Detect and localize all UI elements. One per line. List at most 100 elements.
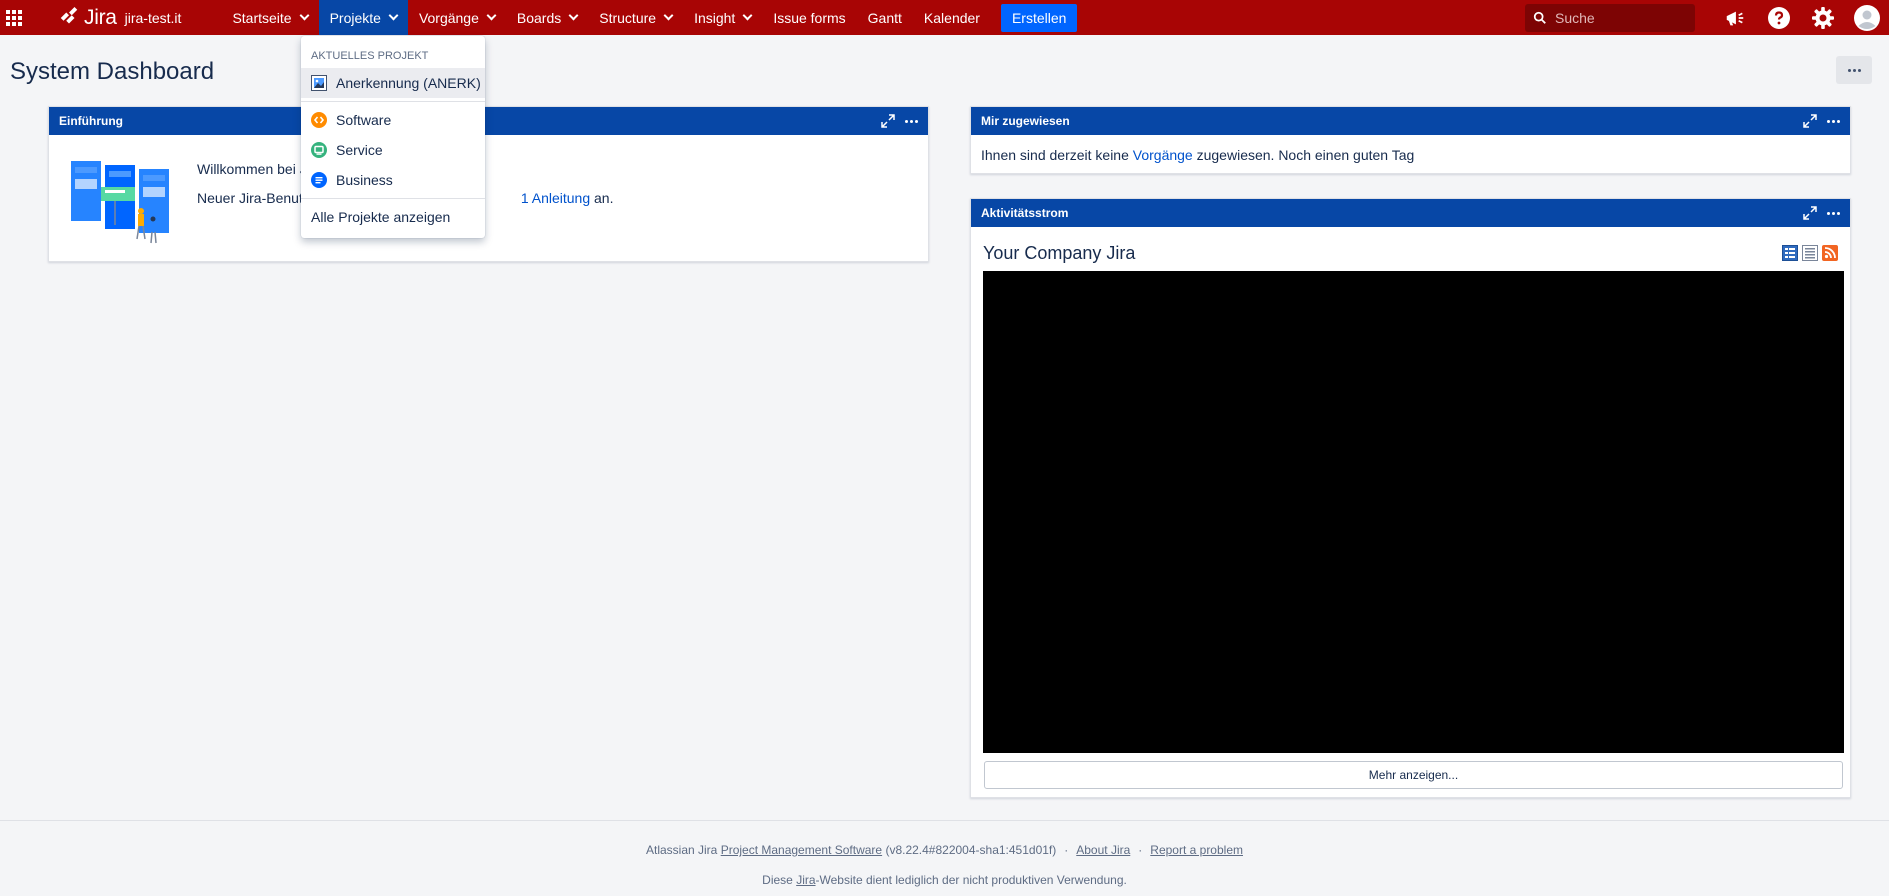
chevron-down-icon [742,10,753,21]
expand-icon[interactable] [1803,114,1817,128]
main-menu: Startseite Projekte Vorgänge Boards Stru… [221,0,1078,35]
nav-kalender[interactable]: Kalender [913,0,991,35]
chevron-down-icon [299,10,310,21]
nav-vorgaenge[interactable]: Vorgänge [408,0,506,35]
app-switcher-icon[interactable] [0,0,28,35]
gadget-header: Einführung [49,107,928,135]
new-user-suffix: an. [590,190,614,206]
more-icon [1847,68,1861,72]
nav-label: Startseite [232,9,292,26]
dashboard-more-button[interactable] [1836,56,1872,84]
nav-label: Gantt [867,9,902,26]
full-view-icon[interactable] [1782,245,1798,261]
nav-startseite[interactable]: Startseite [221,0,318,35]
nav-gantt[interactable]: Gantt [857,0,913,35]
welcome-illustration [71,161,169,244]
nav-label: Issue forms [773,9,846,26]
footer-separator: · [1138,843,1143,857]
chevron-down-icon [486,10,497,21]
current-project-label: Anerkennung (ANERK) [336,75,481,91]
user-avatar-icon[interactable] [1845,0,1889,35]
chevron-down-icon [388,10,399,21]
nav-projekte[interactable]: Projekte [318,0,408,35]
list-view-icon[interactable] [1802,245,1818,261]
nav-right [1525,0,1889,35]
gadget-tools [881,107,918,135]
project-avatar-icon [311,75,327,91]
help-icon[interactable] [1757,0,1801,35]
nav-label: Structure [599,9,657,26]
chevron-down-icon [663,10,674,21]
site-name: jira-test.it [124,9,182,26]
nav-boards[interactable]: Boards [506,0,588,35]
gadget-title: Aktivitätsstrom [981,206,1069,220]
footer-version: (v8.22.4#822004-sha1:451d01f) [882,843,1057,857]
activity-stream-gadget: Aktivitätsstrom Your Company Jira Mehr a… [970,198,1851,798]
expand-icon[interactable] [881,114,895,128]
gadget-menu-icon[interactable] [1827,119,1840,123]
nav-label: Boards [516,9,562,26]
footer-separator: · [1064,843,1069,857]
footer-line2-prefix: Diese [762,873,797,887]
megaphone-icon[interactable] [1713,0,1757,35]
nav-label: Projekte [329,9,381,26]
guide-link[interactable]: 1 Anleitung [521,190,590,206]
pms-link[interactable]: Project Management Software [721,843,882,857]
project-type-label: Service [336,142,383,158]
nav-insight[interactable]: Insight [683,0,762,35]
assigned-message: Ihnen sind derzeit keine Vorgänge zugewi… [971,135,1850,175]
current-project-item[interactable]: Anerkennung (ANERK) [301,68,485,98]
show-more-button[interactable]: Mehr anzeigen... [984,761,1843,789]
footer-prefix: Atlassian Jira [645,843,721,857]
settings-icon[interactable] [1801,0,1845,35]
nav-structure[interactable]: Structure [588,0,683,35]
nav-label: Vorgänge [418,9,479,26]
divider [301,198,485,199]
footer-line-1: Atlassian Jira Project Management Softwa… [0,843,1889,857]
gadget-header: Mir zugewiesen [971,107,1850,135]
gadget-menu-icon[interactable] [905,119,918,123]
welcome-text: Willkommen bei J [197,161,307,177]
search-box[interactable] [1525,3,1695,32]
activity-stream-content [983,271,1844,753]
stream-title: Your Company Jira [983,243,1136,263]
gadget-menu-icon[interactable] [1827,211,1840,215]
footer: Atlassian Jira Project Management Softwa… [0,820,1889,896]
projects-dropdown: AKTUELLES PROJEKT Anerkennung (ANERK) So… [301,36,485,238]
search-input[interactable] [1555,9,1685,26]
jira-link[interactable]: Jira [796,873,815,887]
jira-logo[interactable]: Jira jira-test.it [58,6,181,30]
project-type-service[interactable]: Service [301,135,485,165]
business-project-icon [311,172,327,188]
intro-gadget: Einführung Willkommen bei J Neuer Jira-B… [48,106,929,262]
assigned-suffix: zugewiesen. Noch einen guten Tag [1192,147,1415,163]
footer-line2-suffix: -Website dient lediglich der nicht produ… [815,873,1127,887]
view-all-projects-link[interactable]: Alle Projekte anzeigen [301,202,485,232]
project-type-label: Business [336,172,393,188]
create-button[interactable]: Erstellen [1000,3,1078,32]
jira-logo-icon [60,6,78,23]
project-type-label: Software [336,112,392,128]
project-type-software[interactable]: Software [301,105,485,135]
divider [301,101,485,102]
assigned-prefix: Ihnen sind derzeit keine [981,147,1133,163]
about-jira-link[interactable]: About Jira [1076,843,1130,857]
chevron-down-icon [568,10,579,21]
nav-label: Insight [694,9,736,26]
logo-text: Jira [84,5,117,29]
rss-feed-icon[interactable] [1822,245,1838,261]
stream-view-icons [1782,245,1838,261]
new-user-prefix: Neuer Jira-Benut [197,190,303,206]
top-navigation: Jira jira-test.it Startseite Projekte Vo… [0,0,1889,35]
expand-icon[interactable] [1803,206,1817,220]
project-type-business[interactable]: Business [301,165,485,195]
assigned-to-me-gadget: Mir zugewiesen Ihnen sind derzeit keine … [970,106,1851,174]
nav-issue-forms[interactable]: Issue forms [762,0,856,35]
nav-label: Kalender [923,9,980,26]
gadget-title: Mir zugewiesen [981,114,1070,128]
current-project-heading: AKTUELLES PROJEKT [311,50,429,62]
intro-body: Willkommen bei J Neuer Jira-Benut 1 Anlei… [49,135,928,263]
search-icon [1533,11,1546,24]
report-problem-link[interactable]: Report a problem [1150,843,1243,857]
issues-link[interactable]: Vorgänge [1133,147,1193,163]
